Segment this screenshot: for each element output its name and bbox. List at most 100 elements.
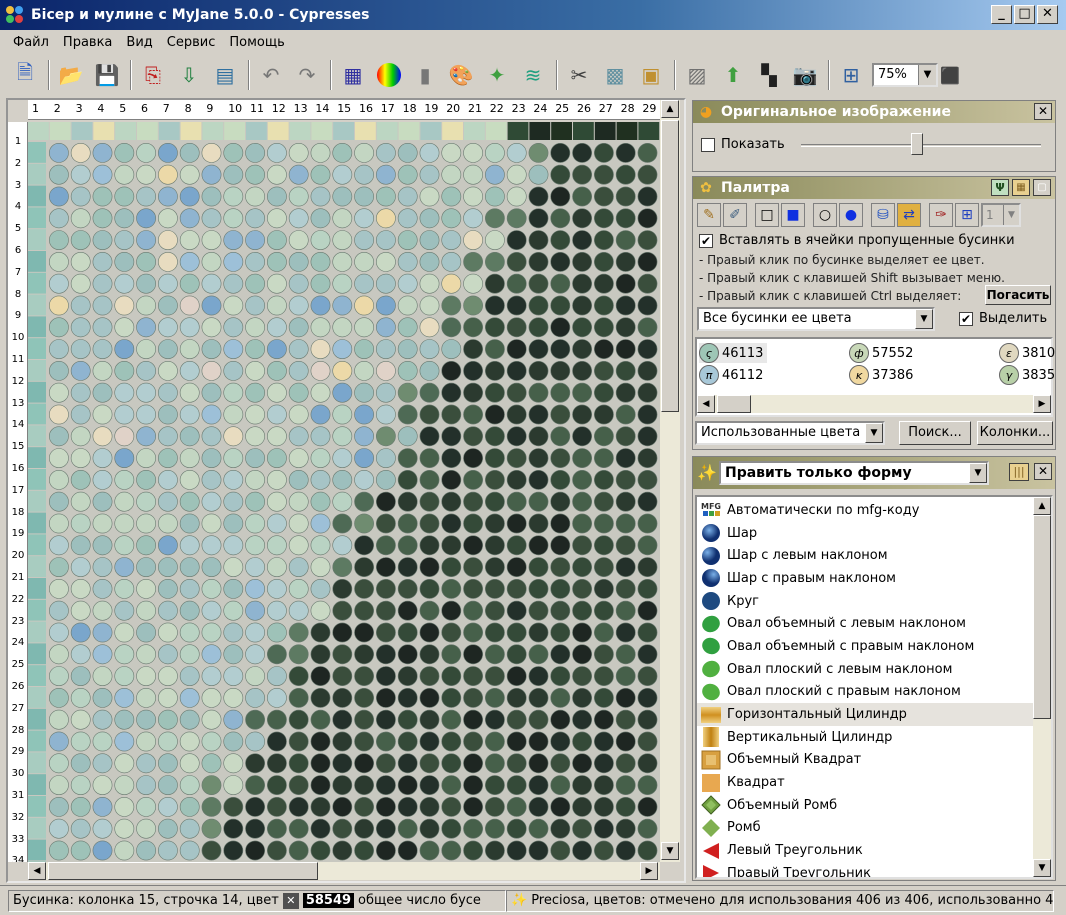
bead[interactable] bbox=[594, 753, 614, 774]
bead[interactable] bbox=[266, 797, 287, 817]
bead[interactable] bbox=[245, 491, 266, 512]
bead[interactable] bbox=[550, 578, 571, 599]
bead[interactable] bbox=[266, 360, 287, 381]
bead[interactable] bbox=[48, 731, 69, 752]
close-button[interactable]: ✕ bbox=[1037, 5, 1058, 24]
bead[interactable] bbox=[375, 797, 396, 817]
pencil-icon[interactable]: ✎ bbox=[697, 203, 721, 227]
bead[interactable] bbox=[332, 251, 353, 272]
bead[interactable] bbox=[245, 600, 266, 621]
bead[interactable] bbox=[528, 186, 549, 207]
bead[interactable] bbox=[506, 753, 527, 774]
columns-icon[interactable]: ||| bbox=[1009, 463, 1029, 481]
bead[interactable] bbox=[48, 469, 69, 490]
bead[interactable] bbox=[266, 688, 287, 708]
bead[interactable] bbox=[550, 426, 571, 447]
bead[interactable] bbox=[245, 142, 266, 163]
bead[interactable] bbox=[179, 666, 200, 687]
bead[interactable] bbox=[92, 208, 113, 229]
bead[interactable] bbox=[506, 709, 527, 730]
bead[interactable] bbox=[266, 731, 287, 752]
bead[interactable] bbox=[245, 840, 266, 861]
bead[interactable] bbox=[179, 317, 200, 338]
maximize-button[interactable]: □ bbox=[1014, 5, 1035, 24]
bead[interactable] bbox=[136, 578, 157, 599]
bead[interactable] bbox=[266, 491, 287, 512]
bead[interactable] bbox=[441, 469, 462, 490]
bead[interactable] bbox=[179, 382, 200, 403]
horizontal-scroll-thumb[interactable] bbox=[48, 862, 318, 880]
bead[interactable] bbox=[572, 753, 593, 774]
bead[interactable] bbox=[375, 469, 396, 490]
bead[interactable] bbox=[92, 666, 113, 687]
bead[interactable] bbox=[441, 317, 462, 338]
bead[interactable] bbox=[288, 622, 309, 643]
bead[interactable] bbox=[48, 208, 69, 229]
bead[interactable] bbox=[375, 731, 396, 752]
show-original-row[interactable]: Показать bbox=[701, 137, 785, 152]
bead[interactable] bbox=[637, 753, 658, 774]
bead[interactable] bbox=[332, 295, 353, 316]
bead[interactable] bbox=[441, 360, 462, 381]
bead[interactable] bbox=[114, 731, 135, 752]
shape-item[interactable]: Овал плоский с левым наклоном bbox=[697, 658, 1033, 681]
highlight-row[interactable]: ✔ Выделить bbox=[959, 311, 1047, 326]
shape-item[interactable]: Шар с левым наклоном bbox=[697, 544, 1033, 567]
bead[interactable] bbox=[332, 513, 353, 534]
bead[interactable] bbox=[463, 404, 484, 425]
bead[interactable] bbox=[615, 753, 636, 774]
bead[interactable] bbox=[484, 578, 505, 599]
bead[interactable] bbox=[48, 840, 69, 861]
bead[interactable] bbox=[375, 775, 396, 796]
bead[interactable] bbox=[528, 448, 549, 469]
bead[interactable] bbox=[354, 666, 375, 687]
bead[interactable] bbox=[157, 317, 178, 338]
bead[interactable] bbox=[201, 513, 222, 534]
bead[interactable] bbox=[397, 230, 418, 251]
bead[interactable] bbox=[223, 382, 244, 403]
bead[interactable] bbox=[136, 339, 157, 360]
bead[interactable] bbox=[637, 360, 658, 381]
bead[interactable] bbox=[637, 469, 658, 490]
scroll-right-icon[interactable]: ▶ bbox=[1033, 395, 1051, 413]
bead[interactable] bbox=[354, 578, 375, 599]
bead[interactable] bbox=[506, 469, 527, 490]
bead[interactable] bbox=[288, 709, 309, 730]
bead[interactable] bbox=[375, 208, 396, 229]
bead[interactable] bbox=[92, 339, 113, 360]
bead[interactable] bbox=[332, 600, 353, 621]
bead[interactable] bbox=[637, 775, 658, 796]
bead[interactable] bbox=[637, 709, 658, 730]
bead[interactable] bbox=[354, 230, 375, 251]
bead[interactable] bbox=[528, 666, 549, 687]
bead[interactable] bbox=[223, 273, 244, 294]
bead[interactable] bbox=[92, 840, 113, 861]
bead[interactable] bbox=[354, 709, 375, 730]
swap-colors-icon[interactable]: ⇄ bbox=[897, 203, 921, 227]
bead[interactable] bbox=[92, 731, 113, 752]
bead[interactable] bbox=[615, 295, 636, 316]
bead[interactable] bbox=[136, 818, 157, 839]
shape-item[interactable]: Правый Треугольник bbox=[697, 862, 1033, 877]
bead[interactable] bbox=[419, 818, 440, 839]
bead[interactable] bbox=[136, 208, 157, 229]
bead[interactable] bbox=[114, 426, 135, 447]
pattern-icon[interactable]: ▩ bbox=[598, 58, 632, 92]
bead[interactable] bbox=[419, 709, 440, 730]
bead[interactable] bbox=[506, 731, 527, 752]
shape-item[interactable]: Вертикальный Цилиндр bbox=[697, 726, 1033, 749]
bead[interactable] bbox=[223, 186, 244, 207]
bead[interactable] bbox=[179, 142, 200, 163]
bead[interactable] bbox=[92, 295, 113, 316]
bead[interactable] bbox=[550, 600, 571, 621]
colors-hscrollbar[interactable]: ◀ ▶ bbox=[697, 395, 1051, 413]
bead[interactable] bbox=[136, 469, 157, 490]
colors-scroll-thumb[interactable] bbox=[717, 395, 751, 413]
bead[interactable] bbox=[223, 491, 244, 512]
bead[interactable] bbox=[179, 753, 200, 774]
bead[interactable] bbox=[157, 448, 178, 469]
bead[interactable] bbox=[288, 426, 309, 447]
bead[interactable] bbox=[223, 513, 244, 534]
bead[interactable] bbox=[484, 230, 505, 251]
bead[interactable] bbox=[310, 273, 331, 294]
